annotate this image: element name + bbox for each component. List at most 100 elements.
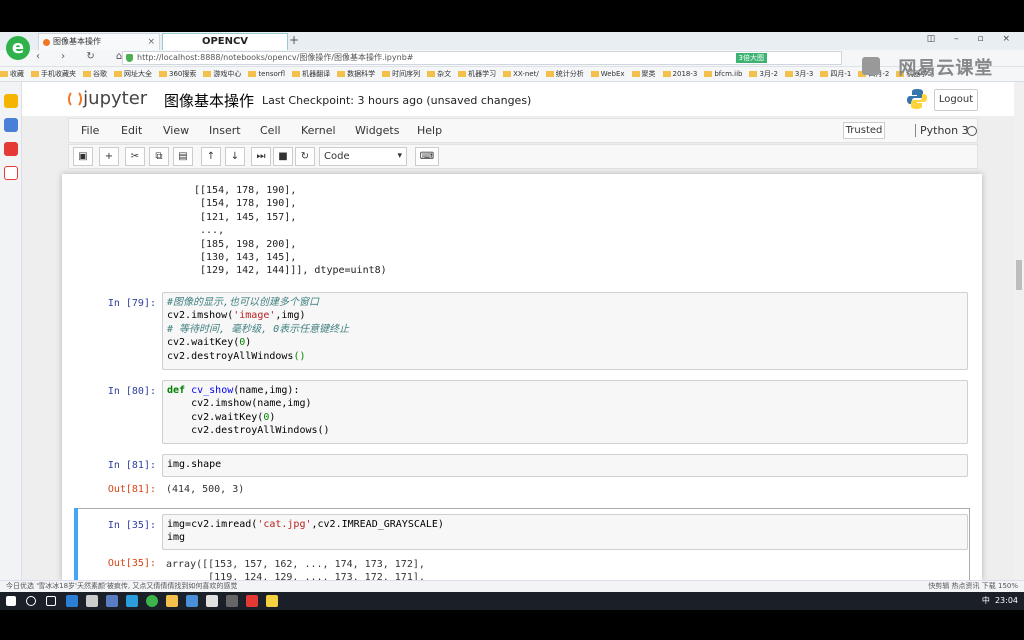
keyboard-icon[interactable]: ⌨: [415, 147, 439, 166]
bookmark-item[interactable]: 数据科学: [337, 70, 375, 78]
app-icon[interactable]: [186, 595, 198, 607]
bookmark-item[interactable]: bfcm.iib: [704, 70, 742, 78]
star-icon[interactable]: [4, 94, 18, 108]
arrow-down-icon[interactable]: ↓: [225, 147, 245, 166]
tab-close-icon[interactable]: ×: [147, 34, 155, 50]
copy-icon[interactable]: ⧉: [149, 147, 169, 166]
browser-logo-icon[interactable]: e: [6, 36, 30, 60]
output-prompt: Out[35]:: [107, 558, 156, 569]
app-icon[interactable]: [266, 595, 278, 607]
cell-type-select[interactable]: Code: [319, 147, 407, 166]
menu-edit[interactable]: Edit: [121, 124, 142, 137]
folder-icon[interactable]: [166, 595, 178, 607]
trusted-indicator[interactable]: Trusted: [843, 122, 885, 139]
bookmark-item[interactable]: WebEx: [591, 70, 625, 78]
bookmark-item[interactable]: 网址大全: [114, 70, 152, 78]
edge-icon[interactable]: [66, 595, 78, 607]
url-badge[interactable]: 3倍大图: [735, 53, 767, 63]
menu-cell[interactable]: Cell: [260, 124, 281, 137]
bookmark-item[interactable]: 谷歌: [83, 70, 107, 78]
search-icon[interactable]: [26, 596, 36, 606]
code-input[interactable]: img.shape: [162, 454, 968, 477]
scrollbar-thumb[interactable]: [1016, 260, 1022, 290]
selected-cell-indicator: [74, 508, 78, 580]
cell-output: array([[153, 157, 162, ..., 174, 173, 17…: [166, 559, 425, 580]
bookmark-item[interactable]: 统计分析: [546, 70, 584, 78]
menu-help[interactable]: Help: [417, 124, 442, 137]
plus-icon[interactable]: +: [99, 147, 119, 166]
app-icon[interactable]: [246, 595, 258, 607]
logout-button[interactable]: Logout: [934, 89, 978, 111]
statusbar-tools[interactable]: 快剪辑 热点资讯 下载 150%: [928, 581, 1018, 592]
bookmark-item[interactable]: 聚类: [632, 70, 656, 78]
code-input[interactable]: img=cv2.imread('cat.jpg',cv2.IMREAD_GRAY…: [162, 514, 968, 550]
weibo-icon[interactable]: [4, 142, 18, 156]
bookmark-item[interactable]: 3月-2: [749, 70, 777, 78]
statusbar-news[interactable]: 今日优选 '雪冰冰18岁'天然素颜'被疯传, 又点又倩倩倩找到如何喜欢的感觉: [6, 581, 237, 592]
bookmark-item[interactable]: 3月-3: [785, 70, 813, 78]
array-output: [[154, 178, 190], [154, 178, 190], [121,…: [194, 185, 387, 277]
code-text: ,cv2.IMREAD_GRAYSCALE): [311, 519, 444, 530]
bookmark-item[interactable]: 360搜索: [159, 70, 196, 78]
save-icon[interactable]: ▣: [73, 147, 93, 166]
paste-icon[interactable]: ▤: [173, 147, 193, 166]
page-scrollbar[interactable]: [1014, 82, 1024, 580]
tab-opencv[interactable]: OPENCV: [162, 33, 288, 50]
jupyter-favicon-icon: [43, 39, 50, 46]
app-icon[interactable]: [106, 595, 118, 607]
app-icon[interactable]: [226, 595, 238, 607]
app-icon[interactable]: [126, 595, 138, 607]
bookmark-item[interactable]: tensorfl: [248, 70, 285, 78]
notebook-title[interactable]: 图像基本操作: [164, 90, 254, 111]
jupyter-page: jupyter 图像基本操作 Last Checkpoint: 3 hours …: [22, 82, 1024, 580]
store-icon[interactable]: [86, 595, 98, 607]
bookmark-item[interactable]: 2018-3: [663, 70, 698, 78]
nav-buttons[interactable]: ‹ › ↻ ⌂: [36, 51, 131, 62]
code-text: cv2.destroyAllWindows(): [167, 425, 330, 437]
code-input[interactable]: def cv_show(name,img): cv2.imshow(name,i…: [162, 380, 968, 444]
clock[interactable]: 23:04: [995, 596, 1018, 605]
target-icon[interactable]: [4, 166, 18, 180]
code-text: (): [293, 350, 306, 362]
menu-file[interactable]: File: [81, 124, 99, 137]
watermark-text: 网易云课堂: [898, 58, 994, 79]
code-input[interactable]: #图像的显示,也可以创建多个窗口 cv2.imshow('image',img)…: [162, 292, 968, 370]
bookmark-item[interactable]: XX-net/: [503, 70, 539, 78]
code-text: (name,img):: [233, 385, 300, 396]
window-controls[interactable]: ◫ – ▫ ×: [927, 34, 1018, 44]
windows-start-icon[interactable]: [6, 596, 16, 606]
menu-view[interactable]: View: [163, 124, 189, 137]
app-icon[interactable]: [206, 595, 218, 607]
tab-notebook[interactable]: 图像基本操作 ×: [38, 33, 160, 50]
bookmark-item[interactable]: 机器学习: [458, 70, 496, 78]
stop-icon[interactable]: ■: [273, 147, 293, 166]
ime-indicator[interactable]: 中: [982, 596, 990, 605]
browser-icon[interactable]: [146, 595, 158, 607]
jupyter-header: jupyter 图像基本操作 Last Checkpoint: 3 hours …: [22, 82, 1024, 116]
cut-icon[interactable]: ✂: [125, 147, 145, 166]
menu-bar: File Edit View Insert Cell Kernel Widget…: [68, 118, 978, 143]
menu-widgets[interactable]: Widgets: [355, 124, 399, 137]
bookmark-item[interactable]: 收藏: [0, 70, 24, 78]
bookmark-item[interactable]: 四月-1: [820, 70, 851, 78]
menu-kernel[interactable]: Kernel: [301, 124, 336, 137]
task-view-icon[interactable]: [46, 596, 56, 606]
kernel-name[interactable]: Python 3: [915, 124, 969, 137]
python-logo-icon: [907, 89, 927, 109]
news-icon[interactable]: [4, 118, 18, 132]
bookmark-item[interactable]: 杂文: [427, 70, 451, 78]
run-icon[interactable]: ⏭: [251, 147, 271, 166]
menu-insert[interactable]: Insert: [209, 124, 241, 137]
bookmark-item[interactable]: 手机收藏夹: [31, 70, 76, 78]
bookmark-item[interactable]: 游戏中心: [203, 70, 241, 78]
arrow-up-icon[interactable]: ↑: [201, 147, 221, 166]
system-tray[interactable]: 中 23:04: [982, 592, 1018, 610]
url-input[interactable]: http://localhost:8888/notebooks/opencv/图…: [122, 51, 842, 65]
jupyter-logo[interactable]: jupyter: [66, 88, 147, 109]
bookmark-item[interactable]: 时间序列: [382, 70, 420, 78]
code-text: cv2.imshow(name,img): [167, 398, 312, 410]
restart-icon[interactable]: ↻: [295, 147, 315, 166]
kernel-idle-icon: [967, 126, 977, 136]
new-tab-icon[interactable]: +: [289, 33, 299, 47]
bookmark-item[interactable]: 机器翻译: [292, 70, 330, 78]
